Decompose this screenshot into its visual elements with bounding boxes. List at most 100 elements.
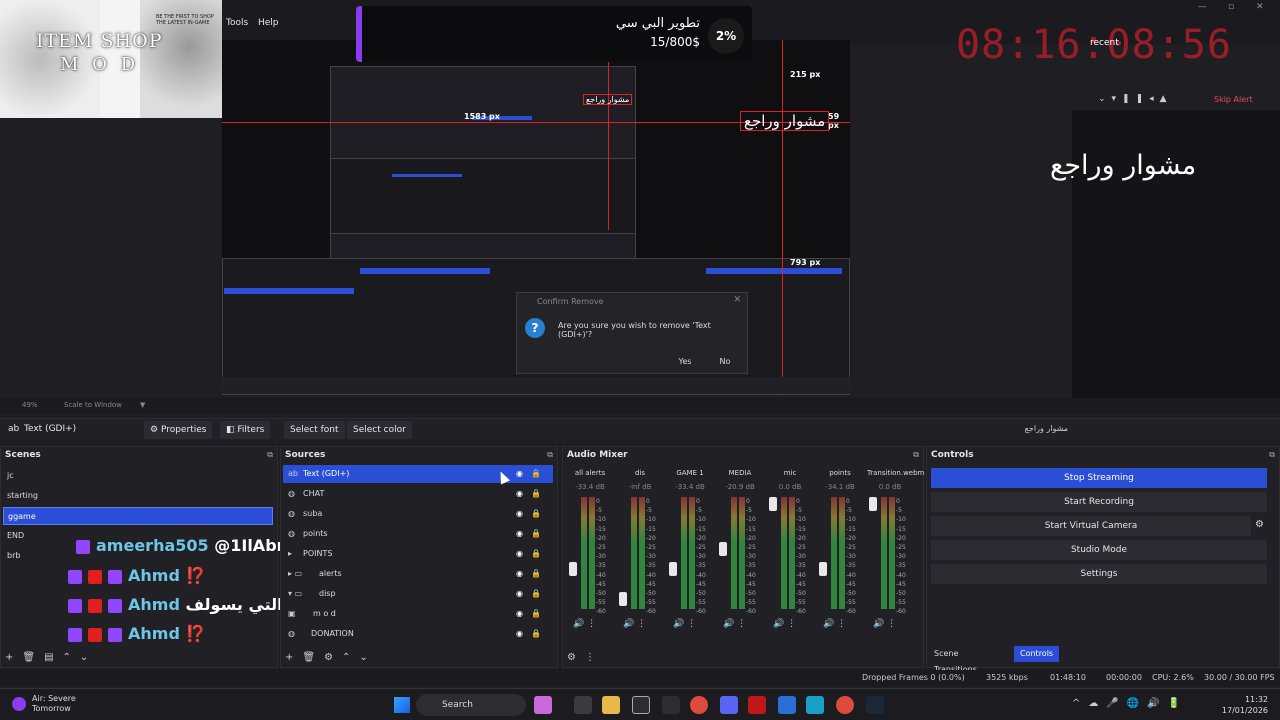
settings-app-icon[interactable] xyxy=(662,696,680,714)
taskbar-clock[interactable]: 11:32 17/01/2026 xyxy=(1222,694,1268,716)
scene-item-active[interactable]: ggame xyxy=(3,507,273,525)
lock-icon[interactable]: 🔒 xyxy=(531,505,541,523)
volume-fader[interactable] xyxy=(669,562,677,576)
volume-fader[interactable] xyxy=(619,592,627,606)
app-icon-cyan[interactable] xyxy=(806,696,824,714)
source-group[interactable]: ▾ ▭ disp ◉ 🔒 xyxy=(283,585,553,603)
select-font-button[interactable]: Select font xyxy=(284,421,345,439)
source-item[interactable]: ◍ CHAT ◉ 🔒 xyxy=(283,485,553,503)
eye-icon[interactable]: ◉ xyxy=(516,545,523,563)
speaker-icon[interactable]: 🔊 ⋮ xyxy=(873,619,896,629)
minimize-icon[interactable]: — xyxy=(1198,2,1207,12)
virtual-camera-gear-icon[interactable]: ⚙ xyxy=(1255,519,1264,530)
scene-item[interactable]: starting xyxy=(3,487,273,505)
lock-icon[interactable]: 🔒 xyxy=(531,585,541,603)
lock-icon[interactable]: 🔒 xyxy=(531,625,541,643)
start-recording-button[interactable]: Start Recording xyxy=(931,492,1267,512)
file-explorer-icon[interactable] xyxy=(602,696,620,714)
maximize-icon[interactable]: ▫ xyxy=(1228,2,1234,12)
source-item-active[interactable]: ab Text (GDI+) ◉ 🔒 xyxy=(283,465,553,483)
speaker-icon[interactable]: 🔊 ⋮ xyxy=(623,619,646,629)
scale-to-window[interactable]: Scale to Window xyxy=(64,401,122,409)
volume-meter xyxy=(831,497,837,609)
skip-alert-button[interactable]: Skip Alert xyxy=(1214,95,1253,104)
steam-icon[interactable] xyxy=(866,696,884,714)
system-tray-icons[interactable]: ^☁🎤🌐🔊🔋 xyxy=(1072,698,1188,709)
scene-item[interactable]: jc xyxy=(3,467,273,485)
filters-button[interactable]: ◧ Filters xyxy=(220,421,271,439)
studio-mode-button[interactable]: Studio Mode xyxy=(931,540,1267,560)
text-value-preview[interactable]: مشوار وراجع xyxy=(1025,424,1068,433)
app-icon-blue[interactable] xyxy=(778,696,796,714)
eye-icon[interactable]: ◉ xyxy=(516,485,523,503)
db-scale: 0 -5 -10 -15 -20 -25 -30 -35 -40 -45 -50 -55 -60 xyxy=(646,497,656,617)
menu-tools[interactable]: Tools xyxy=(226,18,248,28)
source-item[interactable]: ◍ points ◉ 🔒 xyxy=(283,525,553,543)
zoom-level[interactable]: 49% xyxy=(22,401,38,409)
speaker-icon[interactable]: 🔊 ⋮ xyxy=(673,619,696,629)
eye-icon[interactable]: ◉ xyxy=(516,525,523,543)
source-group[interactable]: ▸ ▭ alerts ◉ 🔒 xyxy=(283,565,553,583)
properties-button[interactable]: ⚙ Properties xyxy=(144,421,213,439)
zoom-dropdown-icon[interactable]: ▼ xyxy=(140,401,145,409)
speaker-icon[interactable]: 🔊 ⋮ xyxy=(723,619,746,629)
speaker-icon[interactable]: 🔊 ⋮ xyxy=(773,619,796,629)
source-item[interactable]: ◍ DONATION ◉ 🔒 xyxy=(283,625,553,643)
volume-fader[interactable] xyxy=(719,542,727,556)
lock-icon[interactable]: 🔒 xyxy=(531,565,541,583)
volume-fader[interactable] xyxy=(769,497,777,511)
yes-button[interactable]: Yes xyxy=(670,355,700,369)
tab-scene-transitions[interactable]: Scene Transitions xyxy=(928,646,983,674)
close-icon[interactable]: ✕ xyxy=(1256,2,1264,12)
eye-icon[interactable]: ◉ xyxy=(516,625,523,643)
eye-icon[interactable]: ◉ xyxy=(516,505,523,523)
stop-streaming-button[interactable]: Stop Streaming xyxy=(931,468,1267,488)
db-scale-tick: -10 xyxy=(896,516,906,524)
app-icon-red[interactable] xyxy=(748,696,766,714)
chrome-icon[interactable] xyxy=(690,696,708,714)
speaker-icon[interactable]: 🔊 ⋮ xyxy=(573,619,596,629)
eye-icon[interactable]: ◉ xyxy=(516,465,523,483)
dock-popout-icon[interactable]: ⧉ xyxy=(1269,450,1275,460)
sources-footer-controls[interactable]: +🗑⚙⌃⌄ xyxy=(285,652,377,663)
volume-fader[interactable] xyxy=(869,497,877,511)
menu-help[interactable]: Help xyxy=(258,18,279,28)
obs-icon[interactable] xyxy=(632,696,650,714)
db-scale-tick: -40 xyxy=(896,571,906,579)
eye-icon[interactable]: ◉ xyxy=(516,565,523,583)
mixer-footer-controls[interactable]: ⚙⋮ xyxy=(567,652,604,663)
eye-icon[interactable]: ◉ xyxy=(516,605,523,623)
volume-meter xyxy=(681,497,687,609)
lock-icon[interactable]: 🔒 xyxy=(531,485,541,503)
volume-fader[interactable] xyxy=(819,562,827,576)
source-item[interactable]: ▸ POINTS ◉ 🔒 xyxy=(283,545,553,563)
lock-icon[interactable]: 🔒 xyxy=(531,545,541,563)
dock-popout-icon[interactable]: ⧉ xyxy=(547,450,553,460)
no-button[interactable]: No xyxy=(710,355,740,369)
volume-fader[interactable] xyxy=(569,562,577,576)
app-icon[interactable] xyxy=(534,696,552,714)
taskbar-search[interactable]: Search xyxy=(416,694,526,716)
windows-start-icon[interactable] xyxy=(394,697,410,713)
tab-controls[interactable]: Controls xyxy=(1014,646,1060,662)
dock-popout-icon[interactable]: ⧉ xyxy=(913,450,919,460)
lock-icon[interactable]: 🔒 xyxy=(531,525,541,543)
lock-icon[interactable]: 🔒 xyxy=(531,465,541,483)
overlay-text-selected[interactable]: مشوار وراجع xyxy=(740,111,830,131)
task-view-icon[interactable] xyxy=(574,696,592,714)
lock-icon[interactable]: 🔒 xyxy=(531,605,541,623)
settings-button[interactable]: Settings xyxy=(931,564,1267,584)
start-virtual-camera-button[interactable]: Start Virtual Camera xyxy=(931,516,1251,536)
eye-icon[interactable]: ◉ xyxy=(516,585,523,603)
source-item[interactable]: ◍ suba ◉ 🔒 xyxy=(283,505,553,523)
weather-widget[interactable]: Air: Severe Tomorrow xyxy=(32,694,76,714)
dialog-close-icon[interactable]: ✕ xyxy=(733,295,741,305)
select-color-button[interactable]: Select color xyxy=(347,421,412,439)
scenes-footer-controls[interactable]: +🗑▤⌃⌄ xyxy=(5,652,97,663)
source-item[interactable]: ▣ m o d ◉ 🔒 xyxy=(283,605,553,623)
discord-icon[interactable] xyxy=(720,696,738,714)
dock-popout-icon[interactable]: ⧉ xyxy=(267,450,273,460)
chrome-icon[interactable] xyxy=(836,696,854,714)
speaker-icon[interactable]: 🔊 ⋮ xyxy=(823,619,846,629)
alert-controls-icons[interactable]: ⌄▾❚❚◂▲ xyxy=(1098,94,1173,104)
